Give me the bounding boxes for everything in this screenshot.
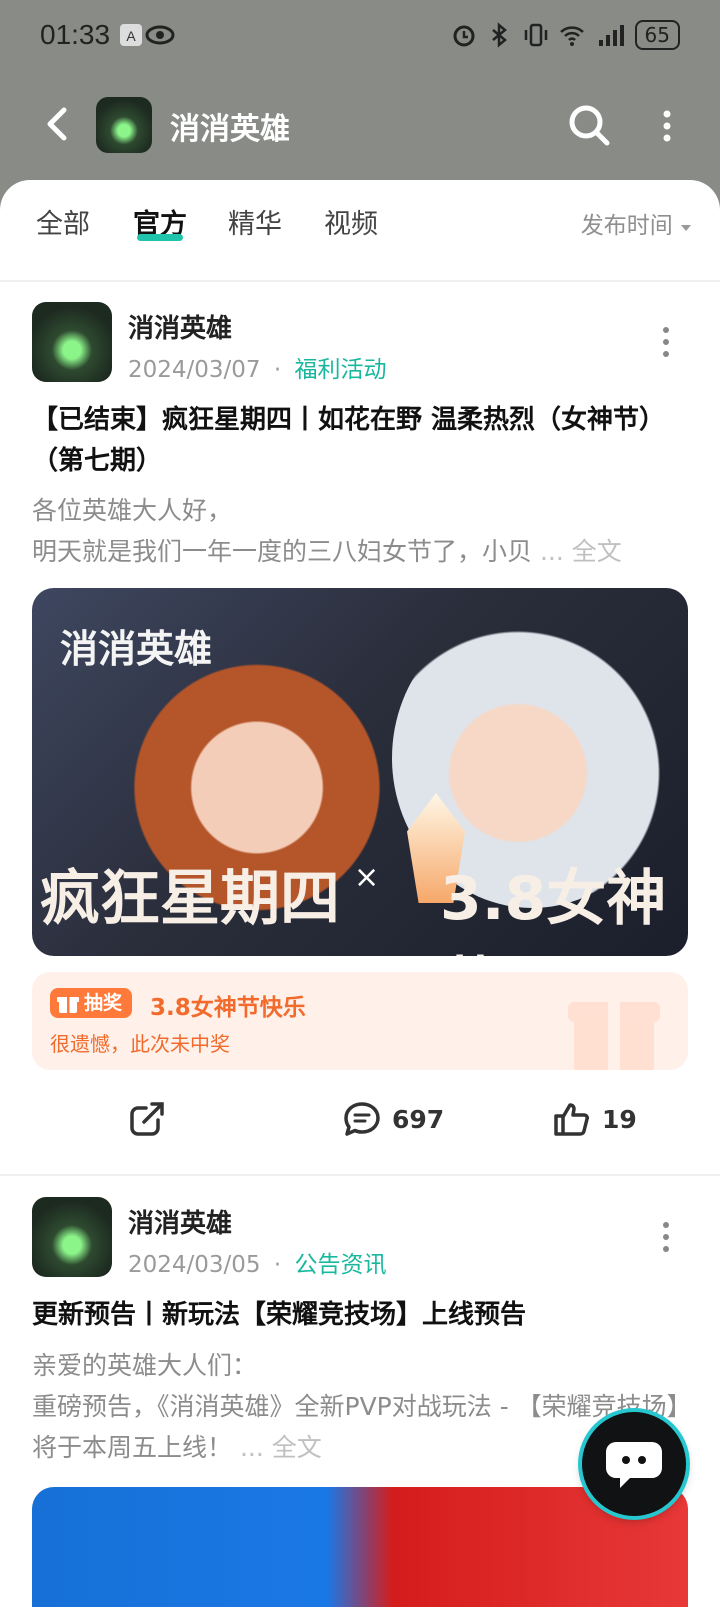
lottery-card[interactable]: 抽奖 3.8女神节快乐 很遗憾，此次未中奖	[32, 972, 688, 1070]
vibrate-icon	[524, 23, 547, 47]
post-divider	[0, 1174, 720, 1176]
tab-featured[interactable]: 精华	[228, 202, 282, 241]
sort-dropdown[interactable]: 发布时间	[581, 206, 692, 240]
bluetooth-icon	[491, 22, 507, 48]
comment-button[interactable]: 697	[342, 1100, 444, 1138]
meta-dot: ·	[273, 1252, 282, 1278]
read-full-link[interactable]: ... 全文	[540, 537, 622, 566]
comment-icon	[344, 1102, 380, 1136]
tab-all[interactable]: 全部	[36, 202, 90, 241]
status-bar: 01:33 A 65	[40, 14, 680, 56]
search-icon[interactable]	[566, 102, 612, 148]
post-meta: 2024/03/07 · 福利活动	[128, 350, 387, 384]
svg-text:A: A	[126, 28, 136, 44]
top-bar: 消消英雄	[0, 90, 720, 160]
like-count: 19	[602, 1104, 637, 1134]
post-author[interactable]: 消消英雄	[128, 1203, 232, 1240]
avatar[interactable]	[32, 302, 112, 382]
more-icon[interactable]	[656, 1219, 676, 1255]
tab-bar: 全部 官方 精华 视频 发布时间	[0, 180, 720, 282]
status-time: 01:33	[40, 19, 111, 50]
post-tag[interactable]: 福利活动	[295, 357, 387, 383]
alarm-icon	[453, 25, 475, 47]
banner-x: ×	[354, 860, 380, 895]
wifi-icon	[559, 26, 584, 46]
avatar[interactable]	[32, 1197, 112, 1277]
more-icon[interactable]	[656, 324, 676, 360]
post-actions: 697 19	[0, 1090, 720, 1150]
post-date: 2024/03/05	[128, 1252, 261, 1278]
lottery-title: 3.8女神节快乐	[150, 995, 306, 1021]
content-panel: 全部 官方 精华 视频 发布时间 消消英雄 2024/03/07 · 福利活动 …	[0, 180, 720, 1607]
meta-dot: ·	[273, 357, 282, 383]
post-tag[interactable]: 公告资讯	[295, 1252, 387, 1278]
banner-logo-text: 消消英雄	[60, 627, 213, 671]
chat-icon	[606, 1442, 662, 1488]
gift-icon	[57, 997, 79, 1013]
app-header: 01:33 A 65 消消英雄	[0, 0, 720, 210]
eye-icon	[145, 25, 175, 45]
back-icon[interactable]	[36, 102, 80, 146]
battery-level: 65	[634, 20, 680, 50]
banner-text-right: 3.8女神节	[440, 864, 667, 956]
like-button[interactable]: 19	[552, 1100, 637, 1138]
app-icon	[96, 97, 152, 153]
signal-icon	[598, 25, 624, 46]
excerpt-line: 亲爱的英雄大人们：	[32, 1351, 258, 1380]
excerpt-line: 各位英雄大人好，	[32, 496, 233, 525]
lottery-badge: 抽奖	[50, 988, 133, 1018]
post-excerpt[interactable]: 各位英雄大人好， 明天就是我们一年一度的三八妇女节了，小贝 ... 全文	[32, 490, 692, 572]
sort-label: 发布时间	[580, 213, 673, 239]
comment-count: 697	[392, 1104, 445, 1134]
post-banner-image[interactable]: 消消英雄 疯狂星期四 × 3.8女神节	[32, 588, 688, 956]
tab-video[interactable]: 视频	[324, 202, 378, 241]
post-author[interactable]: 消消英雄	[128, 308, 232, 345]
post-title[interactable]: 【已结束】疯狂星期四丨如花在野 温柔热烈（女神节）（第七期）	[32, 400, 682, 482]
read-full-link[interactable]: ... 全文	[240, 1433, 322, 1462]
post-date: 2024/03/07	[128, 357, 261, 383]
gift-icon	[568, 1002, 660, 1070]
caret-down-icon	[681, 225, 691, 231]
page-title: 消消英雄	[170, 112, 290, 147]
a-icon: A	[120, 24, 143, 46]
tab-active-indicator	[137, 234, 183, 241]
status-icons: 65	[451, 20, 680, 50]
banner-text-left: 疯狂星期四	[40, 864, 340, 934]
thumbs-up-icon	[554, 1103, 589, 1136]
excerpt-line: 明天就是我们一年一度的三八妇女节了，小贝 ... 全文	[32, 537, 622, 566]
share-icon	[130, 1102, 164, 1136]
lottery-badge-label: 抽奖	[84, 992, 123, 1014]
post-meta: 2024/03/05 · 公告资讯	[128, 1245, 387, 1279]
more-icon[interactable]	[652, 104, 682, 148]
share-button[interactable]	[128, 1100, 166, 1138]
post-title[interactable]: 更新预告丨新玩法【荣耀竞技场】上线预告	[32, 1295, 682, 1336]
lottery-result: 很遗憾，此次未中奖	[50, 1032, 230, 1056]
chat-fab[interactable]	[582, 1412, 686, 1516]
